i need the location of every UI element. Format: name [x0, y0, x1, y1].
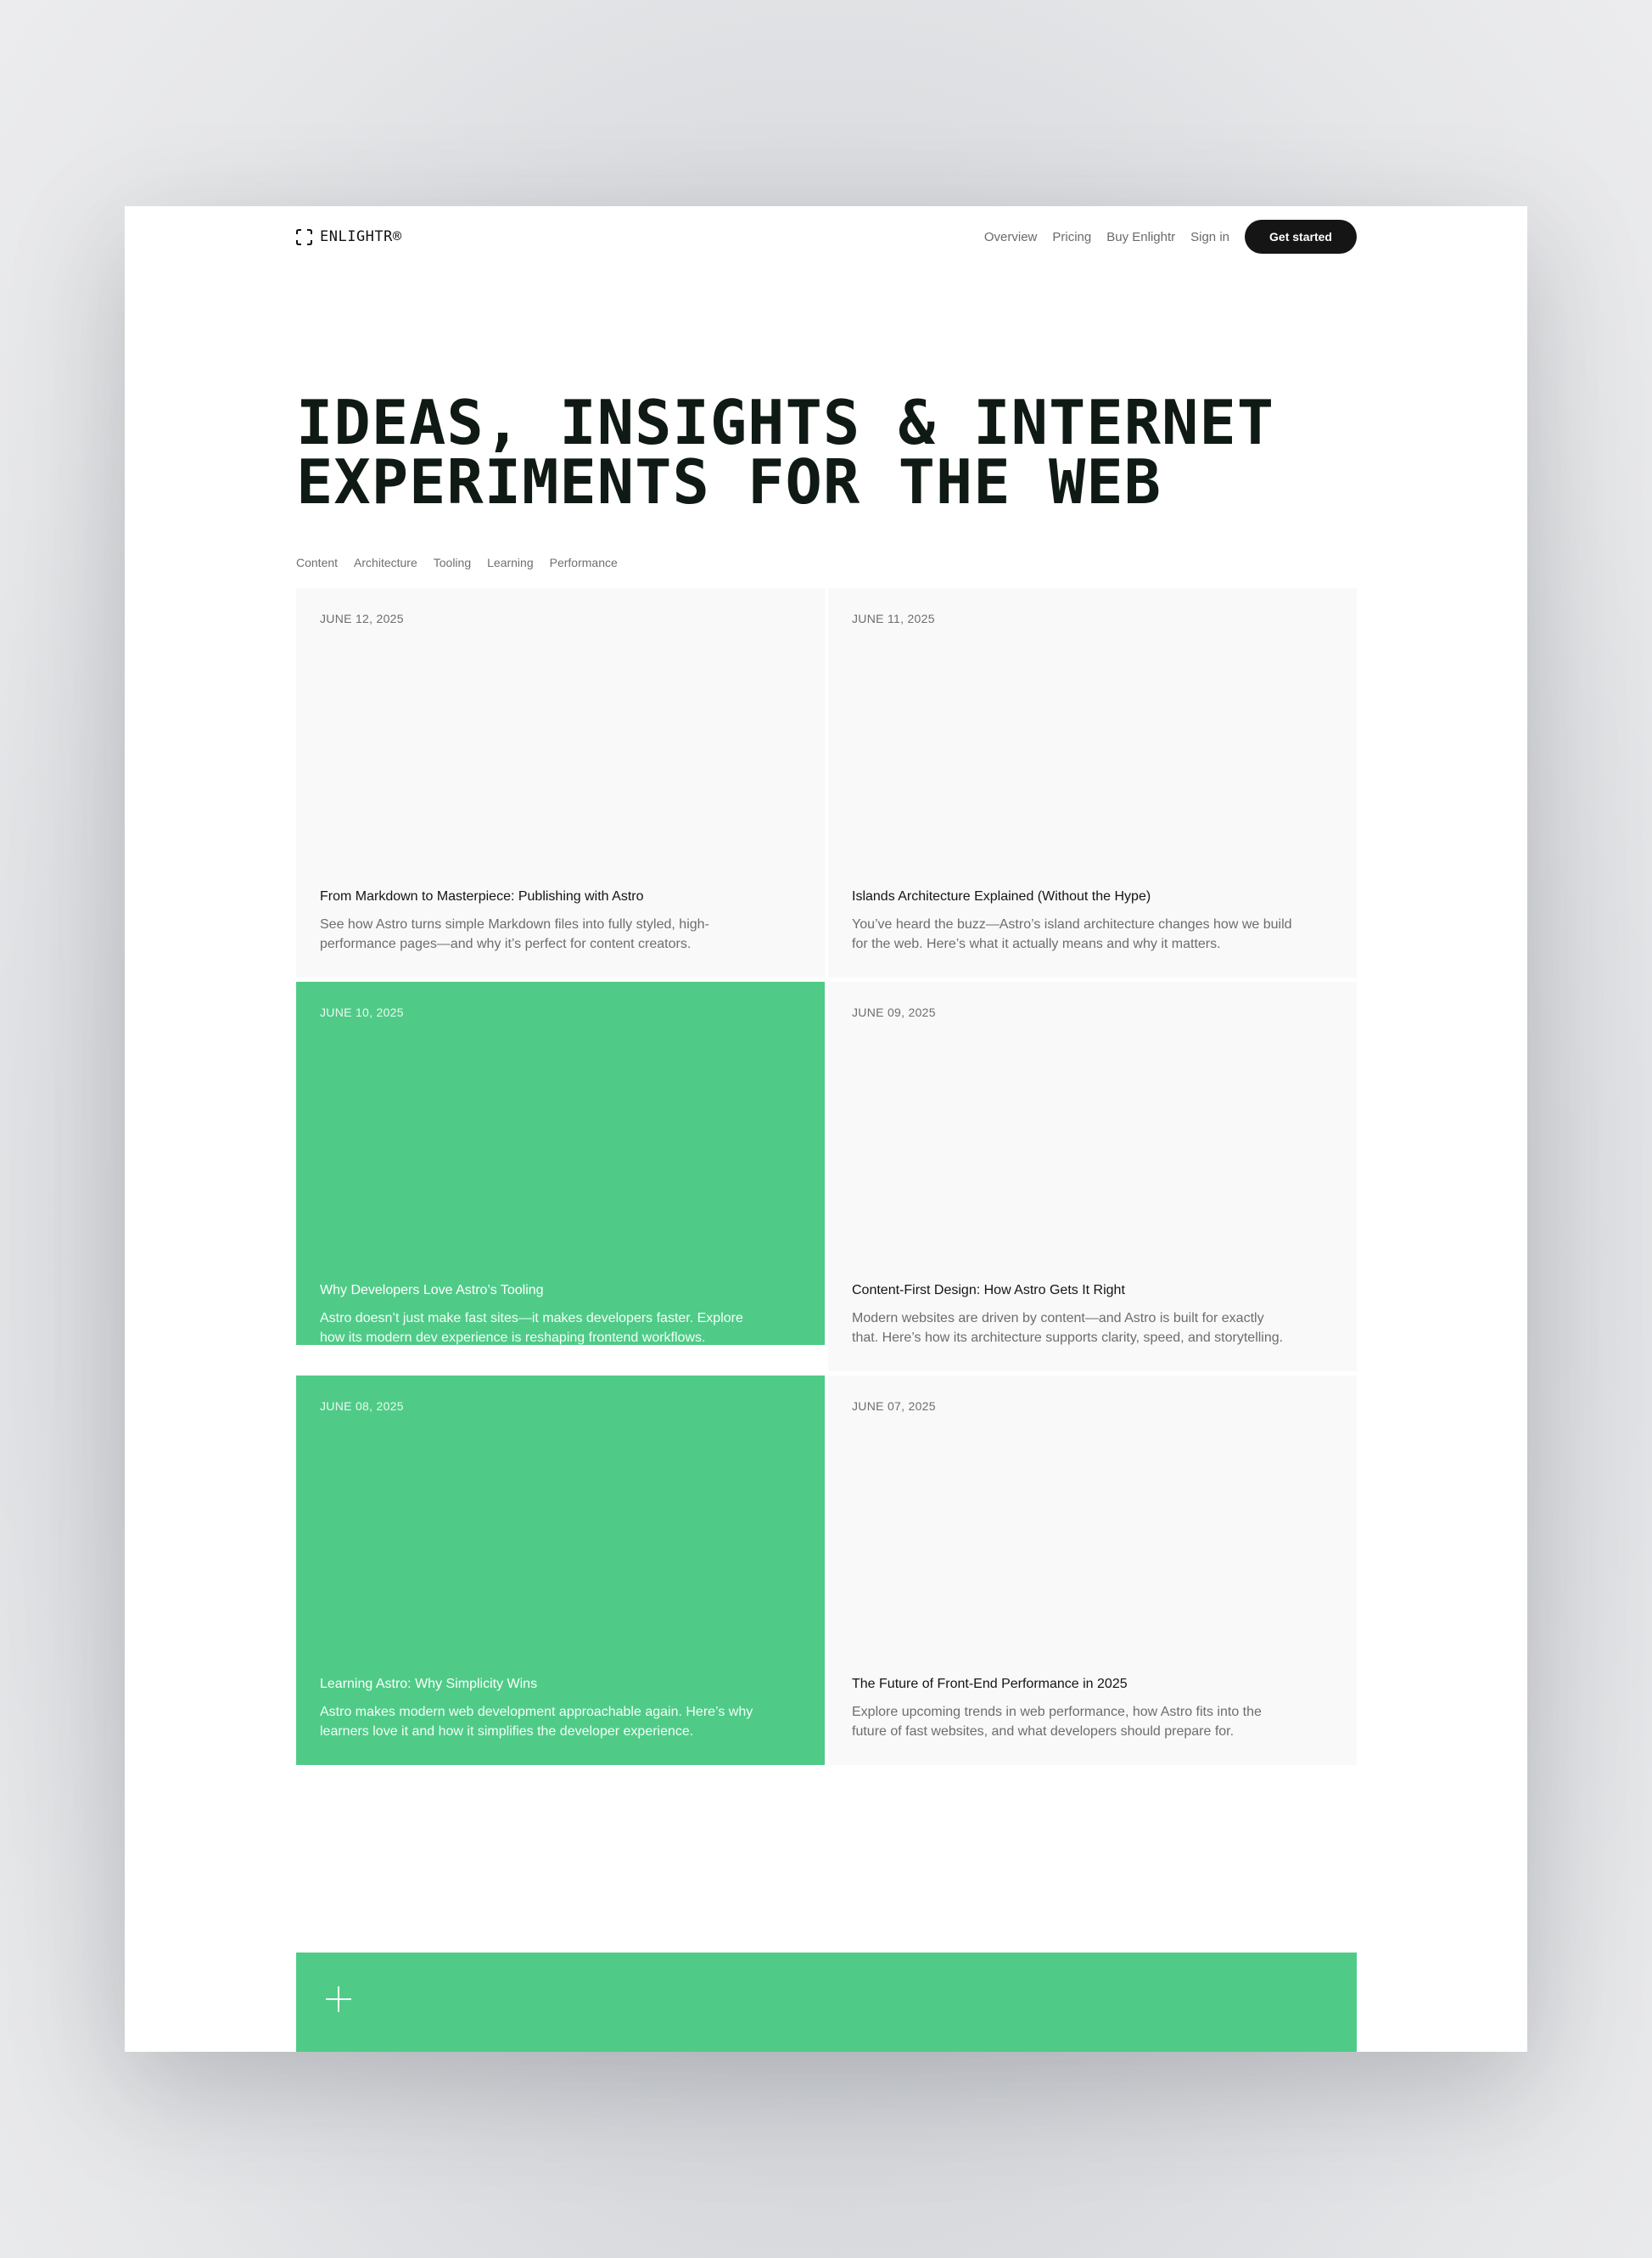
page-title-line-2: EXPERIMENTS FOR THE WEB: [296, 446, 1162, 518]
post-description: Astro doesn’t just make fast sites—it ma…: [320, 1311, 743, 1345]
post-title[interactable]: Content-First Design: How Astro Gets It …: [852, 1283, 1125, 1298]
category-tooling[interactable]: Tooling: [434, 556, 471, 569]
post-description: See how Astro turns simple Markdown file…: [320, 917, 709, 951]
brand-name: ENLIGHTR®: [320, 228, 402, 245]
post-card[interactable]: JUNE 07, 2025 The Future of Front-End Pe…: [828, 1376, 1357, 1765]
category-learning[interactable]: Learning: [487, 556, 534, 569]
category-content[interactable]: Content: [296, 556, 338, 569]
post-date: JUNE 12, 2025: [320, 612, 404, 625]
cta-banner: [296, 1953, 1357, 2052]
category-filter: Content Architecture Tooling Learning Pe…: [296, 556, 618, 569]
nav-link-pricing[interactable]: Pricing: [1052, 230, 1091, 244]
plus-icon[interactable]: [326, 1986, 351, 2012]
post-title[interactable]: Why Developers Love Astro’s Tooling: [320, 1283, 544, 1298]
post-card[interactable]: JUNE 12, 2025 From Markdown to Masterpie…: [296, 588, 825, 978]
post-description: Explore upcoming trends in web performan…: [852, 1705, 1262, 1739]
post-title[interactable]: From Markdown to Masterpiece: Publishing…: [320, 889, 643, 905]
bracket-frame-icon: [296, 228, 312, 245]
post-date: JUNE 11, 2025: [852, 612, 935, 625]
nav-link-overview[interactable]: Overview: [984, 230, 1038, 244]
page-title: IDEAS, INSIGHTS & INTERNET EXPERIMENTS F…: [296, 387, 1357, 518]
brand-logo[interactable]: ENLIGHTR®: [296, 228, 402, 245]
post-title[interactable]: The Future of Front-End Performance in 2…: [852, 1677, 1128, 1692]
post-date: JUNE 08, 2025: [320, 1399, 404, 1413]
post-description: You’ve heard the buzz—Astro’s island arc…: [852, 917, 1292, 951]
get-started-button[interactable]: Get started: [1245, 220, 1357, 254]
post-description: Astro makes modern web development appro…: [320, 1705, 753, 1739]
post-date: JUNE 09, 2025: [852, 1006, 936, 1019]
post-grid: JUNE 12, 2025 From Markdown to Masterpie…: [296, 588, 1357, 1765]
nav-link-sign-in[interactable]: Sign in: [1190, 230, 1229, 244]
post-date: JUNE 07, 2025: [852, 1399, 936, 1413]
post-card[interactable]: JUNE 09, 2025 Content-First Design: How …: [828, 982, 1357, 1371]
post-card-featured[interactable]: JUNE 08, 2025 Learning Astro: Why Simpli…: [296, 1376, 825, 1765]
post-card[interactable]: JUNE 11, 2025 Islands Architecture Expla…: [828, 588, 1357, 978]
browser-page: ENLIGHTR® Overview Pricing Buy Enlightr …: [125, 206, 1527, 2052]
category-architecture[interactable]: Architecture: [354, 556, 417, 569]
category-performance[interactable]: Performance: [550, 556, 618, 569]
top-nav: ENLIGHTR® Overview Pricing Buy Enlightr …: [296, 220, 1357, 254]
post-title[interactable]: Learning Astro: Why Simplicity Wins: [320, 1677, 537, 1692]
page-title-line-1: IDEAS, INSIGHTS & INTERNET: [296, 387, 1275, 458]
post-date: JUNE 10, 2025: [320, 1006, 404, 1019]
post-description: Modern websites are driven by content—an…: [852, 1311, 1284, 1345]
post-card-featured[interactable]: JUNE 10, 2025 Why Developers Love Astro’…: [296, 982, 825, 1345]
nav-links: Overview Pricing Buy Enlightr Sign in Ge…: [984, 220, 1357, 254]
post-title[interactable]: Islands Architecture Explained (Without …: [852, 889, 1151, 905]
nav-link-buy[interactable]: Buy Enlightr: [1106, 230, 1175, 244]
